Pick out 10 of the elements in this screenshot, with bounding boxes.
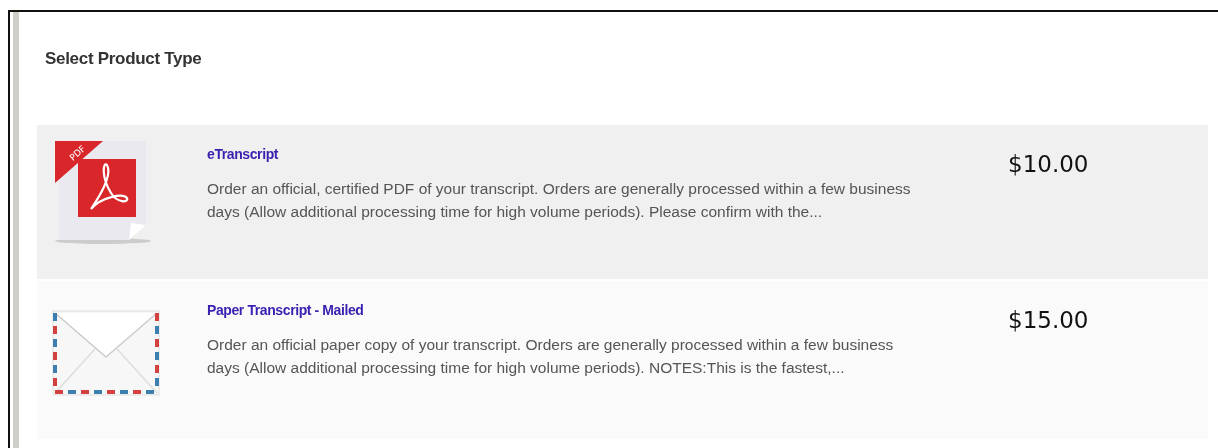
- product-title-link[interactable]: Paper Transcript - Mailed: [207, 302, 364, 318]
- product-price: $10.00: [1008, 151, 1089, 177]
- section-heading: Select Product Type: [45, 49, 203, 70]
- product-title-link[interactable]: eTranscript: [207, 146, 279, 162]
- product-row[interactable]: [37, 281, 1208, 439]
- pdf-file-icon: [55, 141, 151, 244]
- product-description: Order an official, certified PDF of your transcript. Orders are generally processed within a few business days (Allow additional processing time for high volume periods). Please confirm with the...: [207, 179, 912, 222]
- product-row[interactable]: [37, 125, 1208, 279]
- product-price: $15.00: [1008, 307, 1089, 333]
- product-description: Order an official paper copy of your transcript. Orders are generally processed within a few business days (Allow additional processing time for high volume periods). NOTES:This is the fastest,...: [207, 335, 895, 378]
